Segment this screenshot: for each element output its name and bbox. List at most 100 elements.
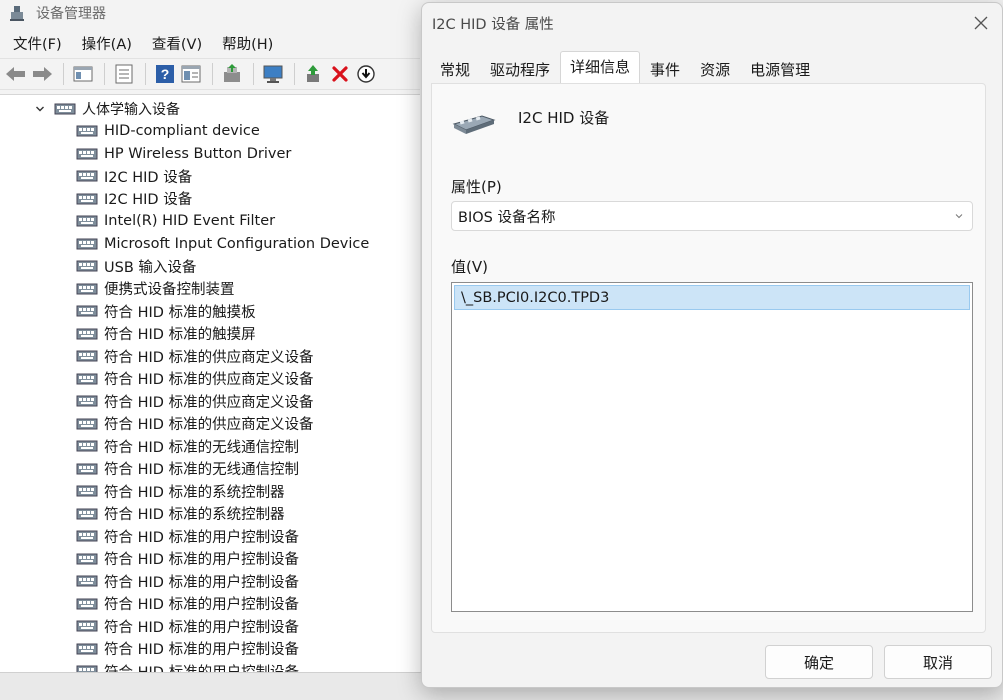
ok-button[interactable]: 确定 [765,645,873,679]
tree-item-label: 符合 HID 标准的供应商定义设备 [104,417,314,434]
tree-item[interactable]: USB 输入设备 [76,255,369,278]
forward-button[interactable] [30,62,54,86]
tree-item[interactable]: 符合 HID 标准的用户控制设备 [76,525,369,548]
tree-item-label: Microsoft Input Configuration Device [104,235,370,252]
value-row[interactable]: \_SB.PCI0.I2C0.TPD3 [454,285,970,310]
hid-device-icon [76,463,98,475]
dialog-title: I2C HID 设备 属性 [432,17,554,33]
tree-item[interactable]: 符合 HID 标准的无线通信控制 [76,435,369,458]
menu-bar: 文件(F) 操作(A) 查看(V) 帮助(H) [0,30,420,56]
hid-device-icon [76,305,98,317]
update-driver-button[interactable] [220,62,244,86]
device-manager-title: 设备管理器 [36,6,106,22]
svg-text:?: ? [161,66,170,82]
property-dropdown[interactable]: BIOS 设备名称 [451,201,973,231]
forward-arrow-icon [33,67,52,81]
enable-device-button[interactable] [302,62,326,86]
hid-device-icon [76,238,98,250]
menu-action[interactable]: 操作(A) [75,31,139,56]
close-button[interactable] [970,12,992,34]
tree-item[interactable]: 符合 HID 标准的用户控制设备 [76,570,369,593]
menu-file[interactable]: 文件(F) [6,31,69,56]
tab-events[interactable]: 事件 [640,53,690,83]
tree-item-label: 符合 HID 标准的用户控制设备 [104,552,300,569]
tree-item-label: USB 输入设备 [104,259,197,276]
tree-item[interactable]: 符合 HID 标准的用户控制设备 [76,660,369,672]
hid-device-icon [76,575,98,587]
tree-item[interactable]: 符合 HID 标准的用户控制设备 [76,615,369,638]
hid-device-icon [76,598,98,610]
tree-item[interactable]: 符合 HID 标准的供应商定义设备 [76,368,369,391]
toolbar-separator [253,63,254,85]
value-label: 值(V) [451,258,488,276]
properties-dialog: I2C HID 设备 属性 常规 驱动程序 详细信息 事件 资源 电源管理 I2… [421,2,1003,688]
toolbar-separator [212,63,213,85]
tree-item-label: 符合 HID 标准的用户控制设备 [104,642,300,659]
value-list[interactable]: \_SB.PCI0.I2C0.TPD3 [451,282,973,612]
disable-device-button[interactable] [354,62,378,86]
hid-device-icon [76,328,98,340]
device-header: I2C HID 设备 [452,106,609,140]
tree-item[interactable]: 符合 HID 标准的系统控制器 [76,503,369,526]
scan-hardware-icon [263,65,283,83]
toolbar-separator [104,63,105,85]
disable-device-icon [357,65,375,83]
hid-device-icon [76,170,98,182]
tab-details[interactable]: 详细信息 [560,51,641,83]
tab-driver[interactable]: 驱动程序 [480,53,560,83]
tree-item[interactable]: HID-compliant device [76,120,369,143]
uninstall-device-button[interactable] [328,62,352,86]
tree-item-label: 符合 HID 标准的触摸板 [104,304,256,321]
tree-item[interactable]: I2C HID 设备 [76,188,369,211]
tree-item[interactable]: 符合 HID 标准的供应商定义设备 [76,413,369,436]
chevron-down-icon[interactable] [34,103,46,115]
tab-power-management[interactable]: 电源管理 [740,53,820,83]
update-driver-icon [224,64,240,82]
view-button[interactable] [179,62,203,86]
scan-hardware-button[interactable] [261,62,285,86]
hid-device-icon [76,485,98,497]
device-tree[interactable]: 人体学输入设备 HID-compliant device HP Wireless … [0,94,420,672]
hid-device-icon [54,103,76,115]
tree-item-label: 符合 HID 标准的用户控制设备 [104,661,299,672]
hid-device-large-icon [452,115,496,134]
tree-item[interactable]: 符合 HID 标准的无线通信控制 [76,458,369,481]
tree-item-label: 符合 HID 标准的用户控制设备 [104,574,300,591]
show-hide-button[interactable] [71,62,95,86]
tree-item[interactable]: 符合 HID 标准的供应商定义设备 [76,390,369,413]
tree-item[interactable]: 符合 HID 标准的系统控制器 [76,480,369,503]
tree-item-label: 符合 HID 标准的供应商定义设备 [104,349,314,366]
tree-category-hid[interactable]: 人体学输入设备 [34,98,180,120]
tree-item[interactable]: 符合 HID 标准的用户控制设备 [76,593,369,616]
tab-general[interactable]: 常规 [430,53,480,83]
hid-device-icon [76,620,98,632]
tree-item[interactable]: 便携式设备控制装置 [76,278,369,301]
property-selected-value: BIOS 设备名称 [458,209,556,226]
tree-item[interactable]: HP Wireless Button Driver [76,143,369,166]
tree-item[interactable]: 符合 HID 标准的用户控制设备 [76,548,369,571]
tree-item[interactable]: I2C HID 设备 [76,165,369,188]
hid-device-icon [76,148,98,160]
tree-item[interactable]: 符合 HID 标准的触摸屏 [76,323,369,346]
help-button[interactable]: ? [153,62,177,86]
tab-bar: 常规 驱动程序 详细信息 事件 资源 电源管理 [430,51,820,83]
view-icon [181,65,201,83]
tree-item[interactable]: Microsoft Input Configuration Device [76,233,369,256]
hid-device-icon [76,530,98,542]
tree-item[interactable]: Intel(R) HID Event Filter [76,210,369,233]
details-panel: I2C HID 设备 属性(P) BIOS 设备名称 值(V) \_SB.PCI… [431,83,986,633]
tree-item[interactable]: 符合 HID 标准的用户控制设备 [76,638,369,661]
hid-device-icon [76,260,98,272]
toolbar-separator [294,63,295,85]
menu-view[interactable]: 查看(V) [145,31,209,56]
tree-item[interactable]: 符合 HID 标准的供应商定义设备 [76,345,369,368]
cancel-button[interactable]: 取消 [884,645,992,679]
uninstall-icon [332,66,348,82]
properties-button[interactable] [112,62,136,86]
tree-item[interactable]: 符合 HID 标准的触摸板 [76,300,369,323]
enable-device-icon [307,65,319,82]
menu-help[interactable]: 帮助(H) [215,31,280,56]
tab-resources[interactable]: 资源 [690,53,740,83]
tree-item-label: 符合 HID 标准的用户控制设备 [104,619,300,636]
back-button[interactable] [4,62,28,86]
